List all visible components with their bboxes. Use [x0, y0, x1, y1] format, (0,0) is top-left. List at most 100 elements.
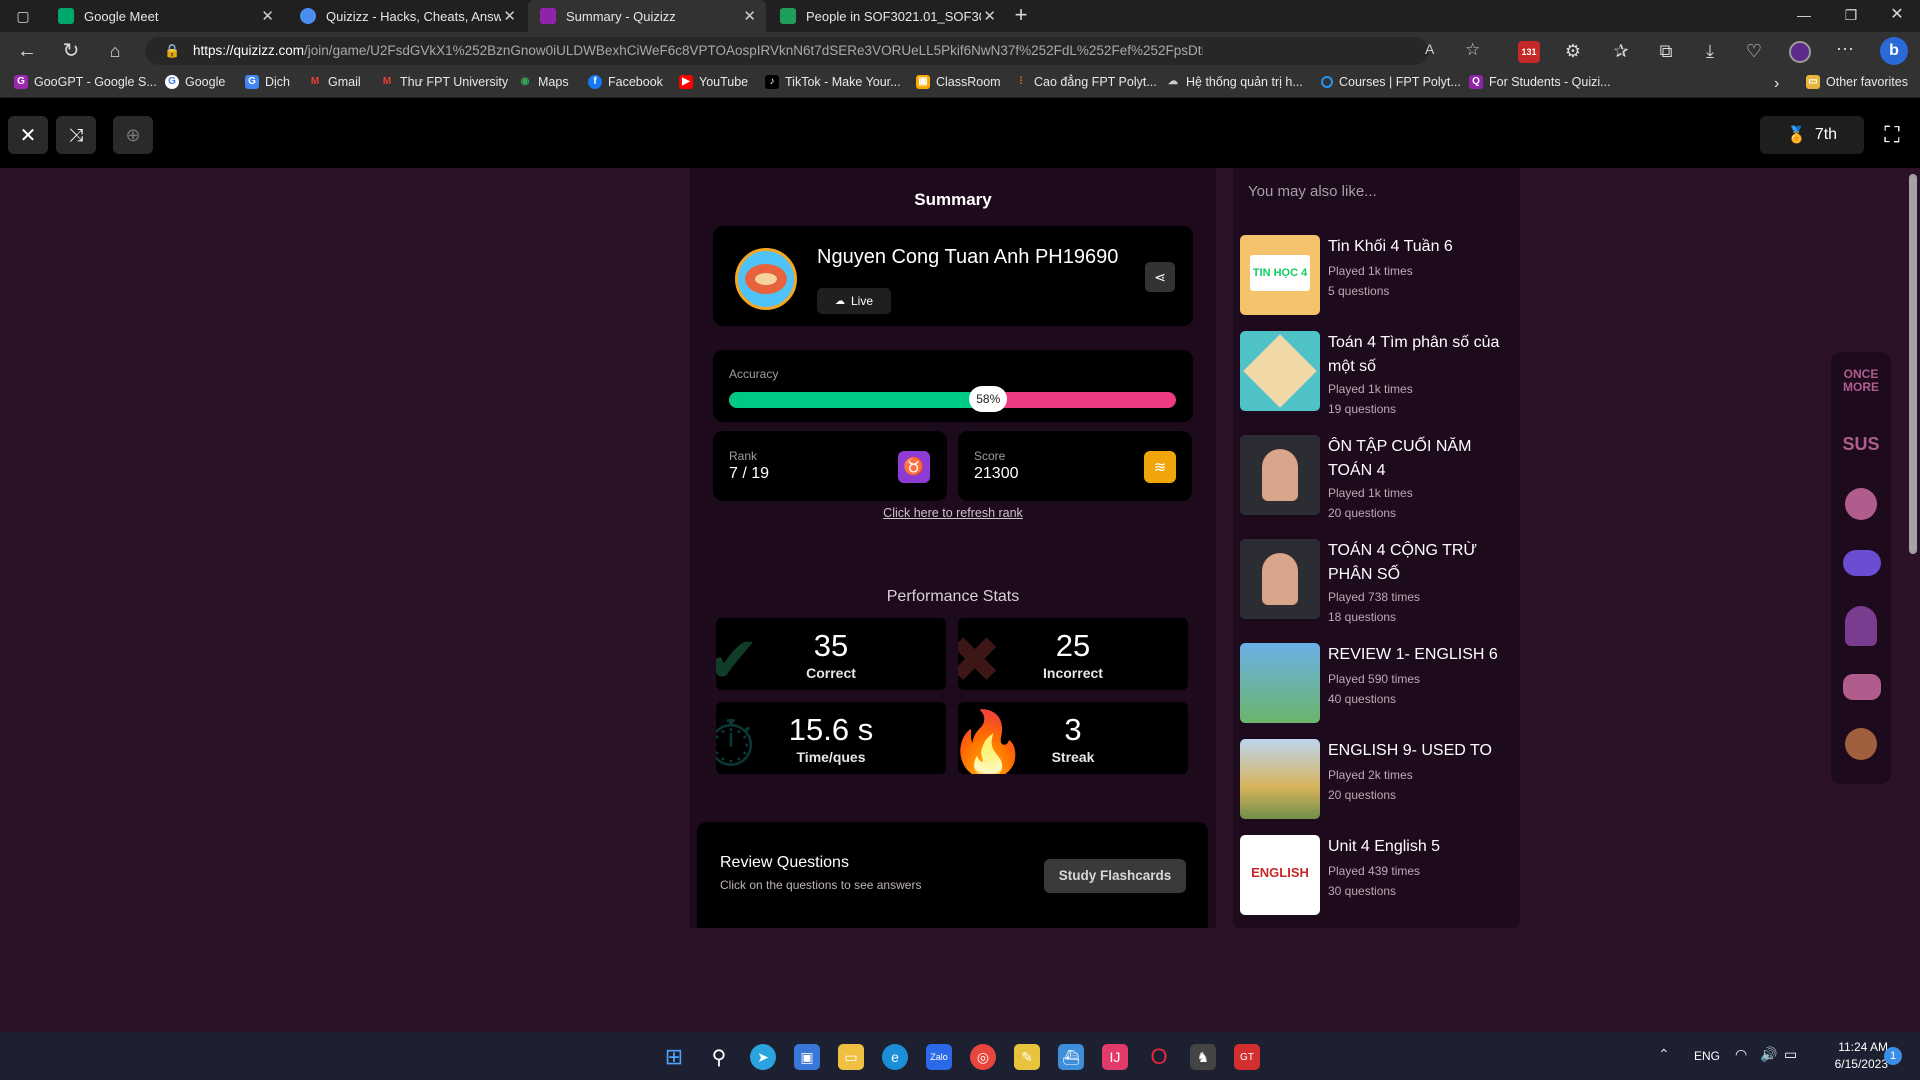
review-questions-card: Review Questions Click on the questions … — [697, 822, 1208, 928]
tab-actions-icon[interactable]: ▢ — [12, 6, 34, 26]
read-aloud-icon[interactable]: A — [1425, 41, 1434, 57]
tray-chevron-icon[interactable]: ⌃ — [1658, 1046, 1670, 1063]
url-text: https://quizizz.com/join/game/U2FsdGVkX1… — [193, 43, 1203, 58]
collections-icon[interactable]: ⧉ — [1655, 41, 1677, 61]
bookmark-thu-fpt[interactable]: M Thư FPT University — [380, 75, 508, 89]
exit-game-button[interactable]: ✕ — [8, 116, 48, 154]
bookmark-google[interactable]: G Google — [165, 75, 225, 89]
quiz-title: Unit 4 English 5 — [1328, 838, 1441, 855]
wifi-icon[interactable]: ◠ — [1735, 1046, 1747, 1063]
medal-icon: 🏅 — [1786, 127, 1807, 144]
performance-icon[interactable]: ♡ — [1743, 41, 1765, 61]
language-indicator[interactable]: ENG — [1694, 1049, 1720, 1063]
quiz-played: Played 2k times — [1328, 768, 1413, 782]
bookmark-dich[interactable]: G Dịch — [245, 75, 290, 89]
volume-icon[interactable]: 🔊 — [1760, 1046, 1777, 1063]
study-flashcards-button[interactable]: Study Flashcards — [1044, 859, 1186, 893]
reaction-once-more[interactable]: ONCE MORE — [1839, 368, 1883, 394]
start-icon[interactable]: ⊞ — [661, 1044, 687, 1070]
file-explorer-icon[interactable]: ▭ — [838, 1044, 864, 1070]
close-icon[interactable]: ✕ — [983, 7, 996, 25]
close-icon[interactable]: ✕ — [261, 7, 274, 25]
notification-badge[interactable]: 1 — [1884, 1047, 1902, 1065]
bing-copilot-icon[interactable]: b — [1880, 37, 1908, 65]
profile-avatar[interactable] — [1789, 41, 1811, 63]
clock-time[interactable]: 11:24 AM — [1808, 1040, 1888, 1054]
close-icon[interactable]: ✕ — [503, 7, 516, 25]
tab-people[interactable]: People in SOF3021.01_SOF3021_ ✕ — [768, 0, 1006, 32]
live-icon: ☁ — [834, 295, 845, 307]
edge-icon[interactable]: e — [882, 1044, 908, 1070]
address-bar[interactable]: 🔒 https://quizizz.com/join/game/U2FsdGVk… — [145, 37, 1480, 65]
quiz-questions: 20 questions — [1328, 506, 1397, 520]
bookmark-gmail[interactable]: M Gmail — [308, 75, 361, 89]
ship-app-icon[interactable]: ⛴ — [1058, 1044, 1084, 1070]
accuracy-label: Accuracy — [729, 367, 779, 381]
telegram-icon[interactable]: ➤ — [750, 1044, 776, 1070]
bookmark-facebook[interactable]: f Facebook — [588, 75, 663, 89]
jetbrains-icon[interactable]: IJ — [1102, 1044, 1128, 1070]
bookmarks-overflow-chevron-icon[interactable]: › — [1774, 75, 1779, 93]
store-icon[interactable]: ▣ — [794, 1044, 820, 1070]
garena-icon[interactable]: GT — [1234, 1044, 1260, 1070]
share-button[interactable]: ⋖ — [1145, 262, 1175, 292]
bookmark-courses-fpt[interactable]: Courses | FPT Polyt... — [1321, 75, 1461, 89]
extensions-icon[interactable]: ⚙ — [1562, 41, 1584, 61]
zalo-icon[interactable]: Zalo — [926, 1044, 952, 1070]
quiz-played: Played 439 times — [1328, 864, 1421, 878]
bookmark-tiktok[interactable]: ♪ TikTok - Make Your... — [765, 75, 901, 89]
quiz-questions: 30 questions — [1328, 884, 1397, 898]
more-menu-icon[interactable]: ⋯ — [1834, 39, 1856, 59]
clock-date[interactable]: 6/15/2023 — [1808, 1057, 1888, 1071]
restore-icon[interactable]: ❐ — [1840, 5, 1862, 25]
bookmark-he-thong[interactable]: ☁ Hệ thống quản trị h... — [1166, 75, 1303, 89]
reaction-gg-icon[interactable] — [1843, 674, 1881, 700]
tab-summary-quizizz[interactable]: Summary - Quizizz ✕ — [528, 0, 766, 32]
minimize-icon[interactable]: — — [1793, 5, 1815, 25]
fullscreen-button[interactable]: ⛶ — [1872, 116, 1912, 154]
reaction-food-icon[interactable] — [1845, 728, 1877, 760]
reaction-among-us-icon[interactable] — [1845, 606, 1877, 646]
quiz-played: Played 1k times — [1328, 264, 1413, 278]
bookmark-youtube[interactable]: ▶ YouTube — [679, 75, 748, 89]
reaction-sus[interactable]: SUS — [1839, 434, 1883, 455]
chrome-icon[interactable]: ◎ — [970, 1044, 996, 1070]
close-icon[interactable]: ✕ — [743, 7, 756, 25]
search-icon[interactable]: ⚲ — [706, 1044, 732, 1070]
extension-badge[interactable]: 131 — [1518, 41, 1540, 63]
bookmark-classroom[interactable]: ▣ ClassRoom — [916, 75, 1001, 89]
reaction-op-icon[interactable] — [1843, 550, 1881, 576]
refresh-icon[interactable]: ↻ — [60, 41, 82, 61]
home-icon[interactable]: ⌂ — [104, 41, 126, 61]
downloads-icon[interactable]: ⤓ — [1699, 41, 1721, 61]
bookmark-for-students[interactable]: Q For Students - Quizi... — [1469, 75, 1611, 89]
opera-icon[interactable]: O — [1146, 1044, 1172, 1070]
bookmark-other-favorites[interactable]: ▭ Other favorites — [1806, 75, 1908, 89]
favorites-icon[interactable]: ✰ — [1610, 41, 1632, 61]
zoom-button[interactable]: ⊕ — [113, 116, 153, 154]
favorite-star-icon[interactable]: ☆ — [1465, 40, 1480, 60]
scrollbar-thumb[interactable] — [1909, 174, 1917, 554]
refresh-rank-link[interactable]: Click here to refresh rank — [690, 506, 1216, 520]
rank-indicator-label: 7th — [1814, 126, 1838, 143]
window-close-icon[interactable]: ✕ — [1886, 5, 1908, 25]
page-scrollbar[interactable] — [1905, 168, 1920, 928]
sticky-app-icon[interactable]: ✎ — [1014, 1044, 1040, 1070]
tab-google-meet[interactable]: Google Meet ✕ — [46, 0, 284, 32]
battery-icon[interactable]: ▭ — [1784, 1046, 1797, 1063]
new-tab-icon[interactable]: + — [1010, 4, 1032, 26]
tab-quizizz-hacks[interactable]: Quizizz - Hacks, Cheats, Answers ✕ — [288, 0, 526, 32]
bookmark-cao-dang-fpt[interactable]: ⫶ Cao đẳng FPT Polyt... — [1014, 75, 1157, 89]
game-icon[interactable]: ♞ — [1190, 1044, 1216, 1070]
quiz-thumbnail — [1240, 435, 1320, 515]
performance-stats-title: Performance Stats — [886, 588, 1020, 605]
reaction-monster-icon[interactable] — [1845, 488, 1877, 520]
quiz-played: Played 1k times — [1328, 486, 1413, 500]
back-icon[interactable]: ← — [16, 41, 38, 61]
zoom-icon: ⊕ — [125, 124, 141, 145]
theme-toggle-button[interactable]: ⤨ — [56, 116, 96, 154]
player-name: Nguyen Cong Tuan Anh PH19690 — [817, 246, 1119, 268]
bookmark-maps[interactable]: ◉ Maps — [518, 75, 569, 89]
bookmark-googpt[interactable]: G GooGPT - Google S... — [14, 75, 157, 89]
accuracy-bar-fill — [729, 392, 989, 408]
